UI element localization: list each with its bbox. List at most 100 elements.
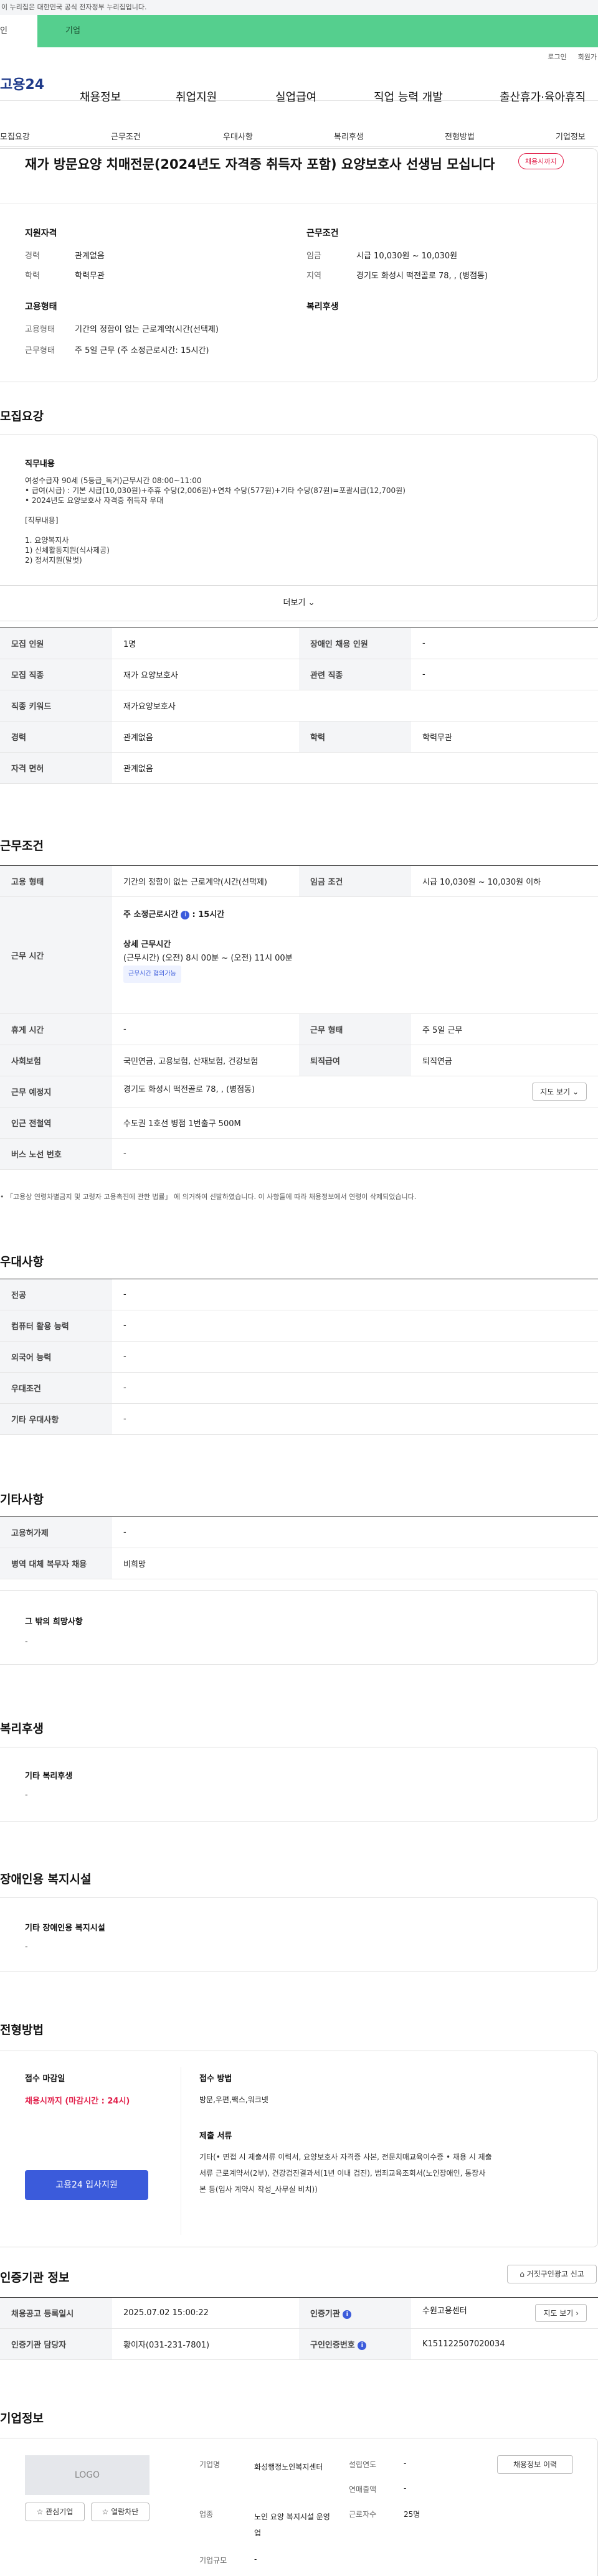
cell-value: 관계없음 — [112, 721, 299, 753]
cert-map-button[interactable]: 지도 보기 › — [535, 2304, 587, 2322]
cell-value: - — [411, 628, 598, 659]
cell-value: - — [112, 1403, 598, 1435]
map-button[interactable]: 지도 보기 ⌄ — [532, 1083, 587, 1101]
deadline-title: 접수 마감일 — [25, 2074, 65, 2084]
cell-label: 장애인 채용 인원 — [299, 628, 411, 659]
tab-welfare[interactable]: 복리후생 — [334, 130, 364, 142]
tab-selection[interactable]: 전형방법 — [445, 130, 475, 142]
nav-training[interactable]: 직업 능력 개발 — [374, 88, 443, 105]
more-button[interactable]: 더보기 ⌄ — [0, 585, 598, 620]
qual-value: 학력무관 — [75, 271, 105, 281]
job-title: 재가 방문요양 치매전문(2024년도 자격증 취득자 포함) 요양보호사 선생… — [25, 157, 495, 172]
company-label: 기업규모 — [199, 2556, 227, 2565]
welfare-title: 복리후생 — [306, 302, 339, 312]
section-disabled-title: 장애인용 복지시설 — [0, 1873, 92, 1886]
disabled-box — [0, 1897, 598, 1972]
job-history-button[interactable]: 채용정보 이력 — [497, 2455, 573, 2474]
cell-label: 경력 — [0, 721, 112, 753]
company-value: 노인 요양 복지시설 운영업 — [254, 2513, 330, 2537]
recruit-table: 모집 인원 1명 장애인 채용 인원 - 모집 직종 재가 요양보호사 관련 직… — [0, 628, 598, 784]
other-title: 그 밖의 희망사항 — [25, 1617, 83, 1627]
cell-label: 인근 전철역 — [0, 1107, 112, 1139]
cell-label: 모집 인원 — [0, 628, 112, 659]
nav-unemployment[interactable]: 실업급여 — [275, 88, 316, 105]
section-welfare-title: 복리후생 — [0, 1722, 44, 1736]
cell-label: 학력 — [299, 721, 411, 753]
cond-label: 임금 — [306, 251, 321, 261]
cell-value: 2025.07.02 15:00:22 — [112, 2297, 299, 2329]
cell-label: 컴퓨터 활용 능력 — [0, 1310, 112, 1342]
signup-link[interactable]: 회원가 — [578, 52, 597, 62]
tab-individual[interactable]: 인 — [0, 15, 37, 47]
emp-label: 고용형태 — [25, 325, 55, 334]
etc-table: 고용허가제 - 병역 대체 복무자 채용 비희망 — [0, 1516, 598, 1579]
section-pref-title: 우대사항 — [0, 1255, 44, 1269]
chevron-right-icon: › — [576, 2309, 579, 2318]
nav-employment-support[interactable]: 취업지원 — [176, 88, 217, 105]
section-cert-title: 인증기관 정보 — [0, 2271, 70, 2285]
work-table: 고용 형태 기간의 정함이 없는 근로계약(시간(선택제) 임금 조건 시급 1… — [0, 865, 598, 1170]
company-value: - — [404, 2459, 407, 2468]
cert-table: 채용공고 등록일시 2025.07.02 15:00:22 인증기관 i 수원고… — [0, 2297, 598, 2360]
cell-label: 인증기관 i — [299, 2297, 411, 2329]
method-title: 접수 방법 — [199, 2074, 232, 2084]
emp-label: 근무형태 — [25, 346, 55, 355]
login-link[interactable]: 로그인 — [548, 52, 566, 62]
place-cell: 경기도 화성시 떡전골로 78, , (병점동) 지도 보기 ⌄ — [112, 1076, 598, 1107]
chevron-down-icon: ⌄ — [572, 1088, 579, 1096]
disabled-box-title: 기타 장애인용 복지시설 — [25, 1924, 105, 1933]
info-icon[interactable]: i — [358, 2341, 367, 2350]
welfare-box — [0, 1747, 598, 1822]
section-recruit-title: 모집요강 — [0, 410, 44, 423]
nav-parental-leave[interactable]: 출산휴가·육아휴직 — [500, 88, 586, 105]
cell-label: 우대조건 — [0, 1372, 112, 1404]
duty-text: 여성수급자 90세 (5등급_독거)근무시간 08:00~11:00 • 급여(… — [25, 476, 406, 565]
cell-value: 학력무관 — [411, 721, 598, 753]
company-label: 설립연도 — [349, 2460, 377, 2469]
cell-value: 기간의 정함이 없는 근로계약(시간(선택제) — [112, 865, 299, 897]
cell-label: 병역 대체 복무자 채용 — [0, 1548, 112, 1579]
tab-recruit[interactable]: 모집요강 — [0, 130, 30, 142]
cert-agency-cell: 수원고용센터 지도 보기 › — [411, 2297, 598, 2329]
qual-label: 학력 — [25, 271, 40, 281]
user-type-tabs: 인 기업 — [0, 15, 598, 47]
cell-label: 채용공고 등록일시 — [0, 2297, 112, 2329]
fav-company-button[interactable]: ☆ 관심기업 — [25, 2503, 85, 2521]
tab-conditions[interactable]: 근무조건 — [111, 130, 141, 142]
disabled-box-value: - — [25, 1942, 28, 1952]
company-label: 연매출액 — [349, 2485, 377, 2494]
apply-button[interactable]: 고용24 입사지원 — [25, 2170, 148, 2200]
cond-value: 경기도 화성시 떡전골로 78, , (병점동) — [356, 271, 488, 281]
block-view-button[interactable]: ☆ 열람차단 — [91, 2503, 150, 2521]
tab-company[interactable]: 기업정보 — [556, 130, 586, 142]
home-icon: ⌂ — [520, 2270, 524, 2278]
cell-value: 재가요양보호사 — [112, 690, 598, 722]
star-icon: ☆ — [102, 2508, 109, 2516]
nav-job-info[interactable]: 채용정보 — [80, 88, 121, 105]
cond-title: 근무조건 — [306, 228, 339, 238]
pref-table: 전공 - 컴퓨터 활용 능력 - 외국어 능력 - 우대조건 - 기타 우대사항 - — [0, 1279, 598, 1435]
cell-value: - — [112, 1341, 598, 1373]
star-icon: ☆ — [36, 2508, 44, 2516]
negotiable-tag: 근무시간 협의가능 — [123, 966, 181, 983]
cell-value: 퇴직연금 — [411, 1045, 598, 1076]
info-icon[interactable]: i — [181, 910, 190, 919]
emp-value: 기간의 정함이 없는 근로계약(시간(선택제) — [75, 325, 219, 334]
cell-label: 근무 예정지 — [0, 1076, 112, 1107]
company-logo: LOGO — [25, 2455, 150, 2495]
cell-label: 근무 형태 — [299, 1013, 411, 1045]
cell-label: 퇴직급여 — [299, 1045, 411, 1076]
tab-preference[interactable]: 우대사항 — [223, 130, 253, 142]
company-value: - — [404, 2484, 407, 2493]
info-icon[interactable]: i — [343, 2310, 352, 2319]
global-nav: 고용24 채용정보 취업지원 실업급여 직업 능력 개발 출산휴가·육아휴직 — [0, 66, 598, 104]
logo[interactable]: 고용24 — [0, 73, 69, 93]
cell-value: 1명 — [112, 628, 299, 659]
tab-business[interactable]: 기업 — [37, 15, 598, 47]
emp-value: 주 5일 근무 (주 소정근로시간: 15시간) — [75, 346, 209, 355]
hours-cell: 주 소정근로시간 i : 15시간 상세 근무시간 (근무시간) (오전) 8시… — [112, 896, 598, 1014]
section-tabs: 모집요강 근무조건 우대사항 복리후생 전형방법 기업정보 — [0, 123, 598, 147]
cell-value: - — [112, 1310, 598, 1342]
duty-title: 직무내용 — [25, 459, 55, 469]
report-false-ad-button[interactable]: ⌂ 거짓구인광고 신고 — [507, 2265, 597, 2283]
